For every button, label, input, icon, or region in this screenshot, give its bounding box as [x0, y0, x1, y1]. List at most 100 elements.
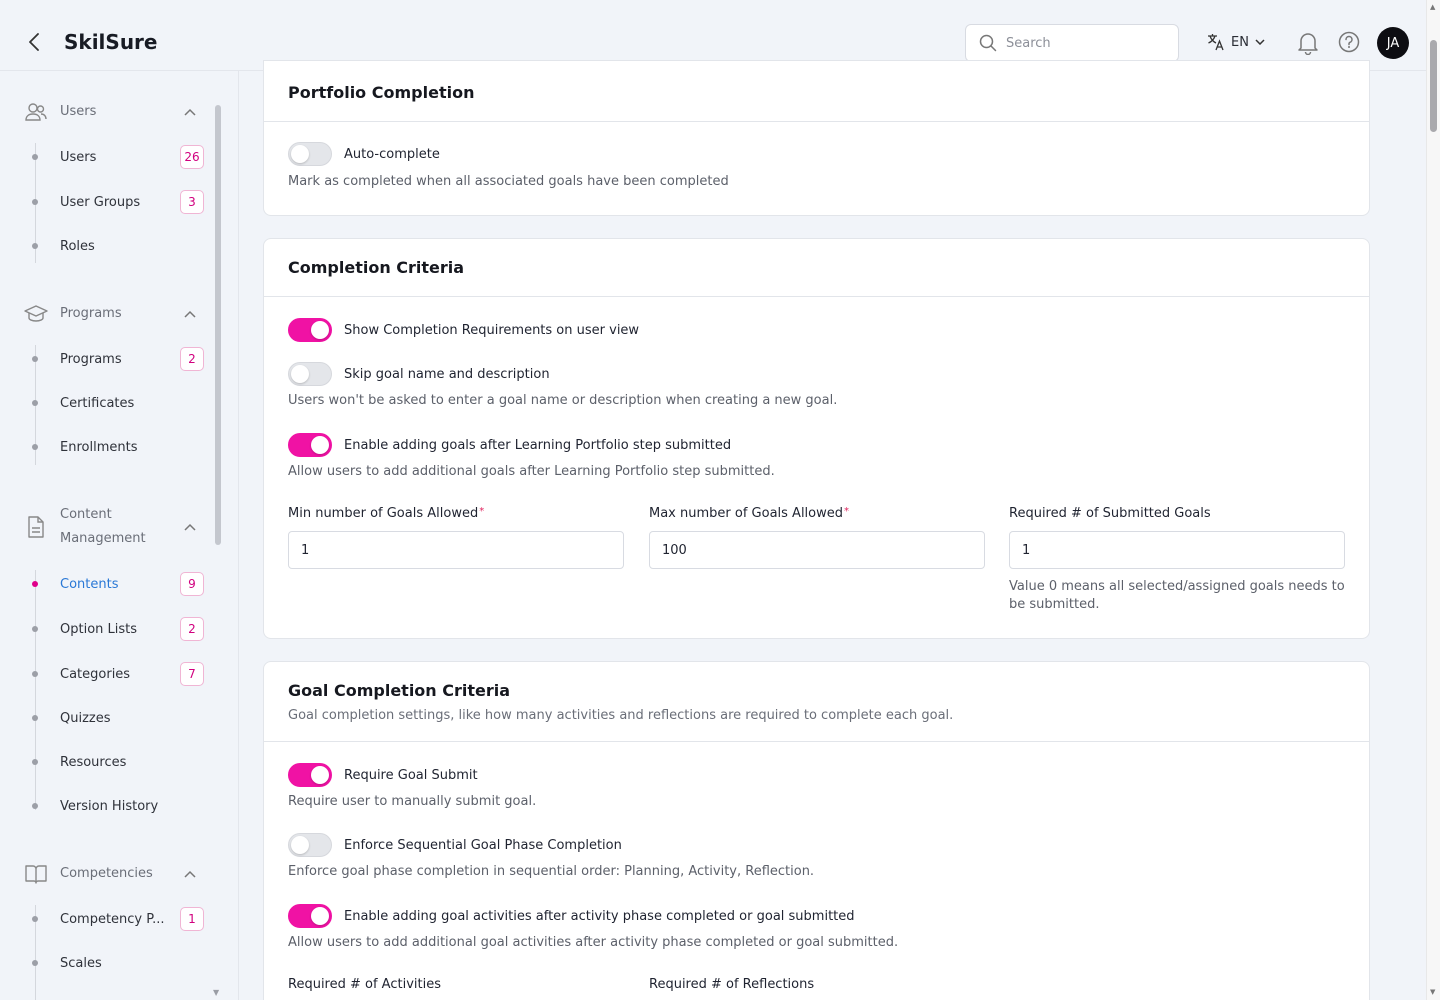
chevron-up-icon[interactable] — [184, 310, 196, 318]
chevron-up-icon[interactable] — [184, 108, 196, 116]
help-text: Allow users to add additional goals afte… — [288, 464, 775, 479]
sidebar-group-label: Competencies — [60, 866, 153, 881]
skip-goal-toggle[interactable] — [288, 362, 332, 386]
require-submit-toggle[interactable] — [288, 763, 332, 787]
scrollbar-thumb[interactable] — [1430, 40, 1437, 132]
card-title: Completion Criteria — [288, 258, 465, 277]
scroll-up-icon[interactable]: ▲ — [1430, 3, 1435, 11]
notifications-button[interactable] — [1297, 31, 1319, 59]
show-requirements-toggle[interactable] — [288, 318, 332, 342]
bullet — [32, 715, 38, 721]
max-goals-input[interactable] — [649, 531, 985, 569]
min-goals-label: Min number of Goals Allowed* — [288, 506, 485, 521]
bullet — [32, 626, 38, 632]
sidebar-item-quizzes[interactable]: Quizzes — [32, 704, 204, 732]
page-scrollbar[interactable]: ▲ ▼ — [1426, 0, 1440, 1000]
max-goals-label: Max number of Goals Allowed* — [649, 506, 850, 521]
sequential-toggle[interactable] — [288, 833, 332, 857]
help-icon — [1338, 31, 1360, 53]
bullet — [32, 356, 38, 362]
toggle-label: Auto-complete — [344, 146, 440, 162]
enable-activities-toggle[interactable] — [288, 904, 332, 928]
sidebar-group-label: Users — [60, 104, 97, 119]
portfolio-completion-card: Portfolio Completion Auto-complete Mark … — [263, 60, 1370, 216]
back-icon[interactable] — [22, 30, 46, 54]
help-text: Enforce goal phase completion in sequent… — [288, 864, 815, 879]
required-reflections-label: Required # of Reflections — [649, 977, 815, 992]
sidebar-item-scales[interactable]: Scales — [32, 949, 204, 977]
require-submit-toggle-row[interactable]: Require Goal Submit — [288, 763, 478, 787]
sidebar-item-competency-p[interactable]: Competency P... 1 — [32, 905, 204, 933]
help-button[interactable] — [1338, 31, 1360, 57]
sidebar-item-contents[interactable]: Contents 9 — [32, 570, 204, 598]
required-marker: * — [844, 506, 850, 517]
autocomplete-toggle[interactable] — [288, 142, 332, 166]
card-subtitle: Goal completion settings, like how many … — [288, 708, 954, 723]
sidebar-scrollbar[interactable] — [215, 105, 221, 545]
search-input[interactable] — [1006, 35, 1166, 51]
document-icon — [28, 516, 44, 538]
sidebar-item-users[interactable]: Users 26 — [32, 143, 204, 171]
sequential-toggle-row[interactable]: Enforce Sequential Goal Phase Completion — [288, 833, 622, 857]
help-text: Mark as completed when all associated go… — [288, 174, 729, 189]
avatar[interactable]: JA — [1377, 27, 1409, 59]
bullet — [32, 444, 38, 450]
toggle-label: Show Completion Requirements on user vie… — [344, 322, 640, 338]
goal-completion-criteria-card: Goal Completion Criteria Goal completion… — [263, 661, 1370, 1000]
min-goals-input[interactable] — [288, 531, 624, 569]
bullet — [32, 243, 38, 249]
help-text: Require user to manually submit goal. — [288, 794, 537, 809]
toggle-label: Enforce Sequential Goal Phase Completion — [344, 837, 622, 853]
show-requirements-toggle-row[interactable]: Show Completion Requirements on user vie… — [288, 318, 639, 342]
card-header: Portfolio Completion — [264, 61, 1369, 122]
enable-activities-toggle-row[interactable]: Enable adding goal activities after acti… — [288, 904, 855, 928]
sidebar-item-enrollments[interactable]: Enrollments — [32, 433, 204, 461]
toggle-label: Enable adding goal activities after acti… — [344, 908, 855, 924]
toggle-label: Skip goal name and description — [344, 366, 550, 382]
scroll-down-icon[interactable]: ▼ — [1430, 988, 1435, 996]
required-activities-label: Required # of Activities — [288, 977, 441, 992]
sidebar-item-roles[interactable]: Roles — [32, 232, 204, 260]
skip-goal-toggle-row[interactable]: Skip goal name and description — [288, 362, 550, 386]
search-box[interactable] — [965, 24, 1179, 62]
sidebar-item-categories[interactable]: Categories 7 — [32, 660, 204, 688]
bullet — [32, 916, 38, 922]
card-title: Portfolio Completion — [288, 83, 475, 102]
sidebar-group-label: Content Management — [60, 507, 146, 546]
sidebar-scroll-down-icon[interactable]: ▼ — [213, 988, 219, 997]
bullet — [32, 671, 38, 677]
sidebar-group-competencies[interactable]: Competencies — [24, 862, 196, 886]
search-icon — [979, 34, 997, 52]
required-submitted-label: Required # of Submitted Goals — [1009, 506, 1211, 521]
app-title: SkilSure — [64, 30, 158, 54]
language-label: EN — [1231, 34, 1249, 50]
sidebar-item-resources[interactable]: Resources — [32, 748, 204, 776]
sidebar-item-version-history[interactable]: Version History — [32, 792, 204, 820]
chevron-down-icon — [1255, 39, 1265, 45]
card-header: Goal Completion Criteria Goal completion… — [264, 662, 1369, 742]
bullet — [32, 581, 38, 587]
chevron-up-icon[interactable] — [184, 523, 196, 531]
enable-goals-toggle-row[interactable]: Enable adding goals after Learning Portf… — [288, 433, 731, 457]
bullet — [32, 759, 38, 765]
sidebar-group-label: Programs — [60, 306, 122, 321]
users-icon — [25, 103, 47, 121]
sidebar-group-content-management[interactable]: Content Management — [24, 503, 196, 551]
sidebar-item-option-lists[interactable]: Option Lists 2 — [32, 615, 204, 643]
chevron-up-icon[interactable] — [184, 870, 196, 878]
sidebar-item-user-groups[interactable]: User Groups 3 — [32, 188, 204, 216]
help-text: Value 0 means all selected/assigned goal… — [1009, 579, 1345, 612]
autocomplete-toggle-row[interactable]: Auto-complete — [288, 142, 440, 166]
sidebar-group-programs[interactable]: Programs — [24, 302, 196, 326]
required-submitted-input[interactable] — [1009, 531, 1345, 569]
language-selector[interactable]: EN — [1207, 33, 1265, 51]
bullet — [32, 154, 38, 160]
sidebar-item-programs[interactable]: Programs 2 — [32, 345, 204, 373]
sidebar-group-users[interactable]: Users — [24, 100, 196, 124]
translate-icon — [1208, 34, 1224, 51]
enable-goals-toggle[interactable] — [288, 433, 332, 457]
sidebar-item-certificates[interactable]: Certificates — [32, 389, 204, 417]
bullet — [32, 199, 38, 205]
count-badge: 2 — [180, 347, 204, 371]
count-badge: 7 — [180, 662, 204, 686]
